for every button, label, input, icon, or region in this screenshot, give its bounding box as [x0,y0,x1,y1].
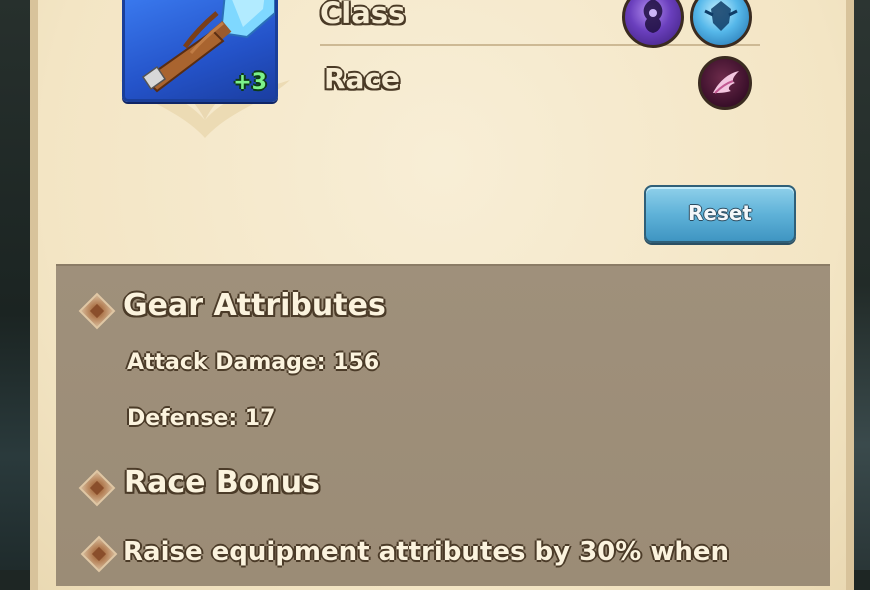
defense-stat: Defense: 17 [127,406,276,431]
weapon-item-card[interactable]: +3 [122,0,278,102]
winged-race-icon[interactable] [698,56,752,110]
purple-class-icon[interactable] [622,0,684,48]
warrior-emblem-icon [704,1,738,31]
race-bonus-title: Race Bonus [124,465,320,500]
race-label: Race [324,62,401,95]
blue-class-icon[interactable] [690,0,752,48]
equipment-level-badge: +3 [233,70,267,95]
race-bonus-description: Raise equipment attributes by 30% when [123,537,730,567]
attack-damage-stat: Attack Damage: 156 [127,350,380,375]
class-label: Class [320,0,406,30]
reset-button[interactable]: Reset [644,185,796,243]
gear-attributes-title: Gear Attributes [123,288,386,323]
mage-emblem-icon [643,0,663,33]
wing-icon [713,71,739,94]
